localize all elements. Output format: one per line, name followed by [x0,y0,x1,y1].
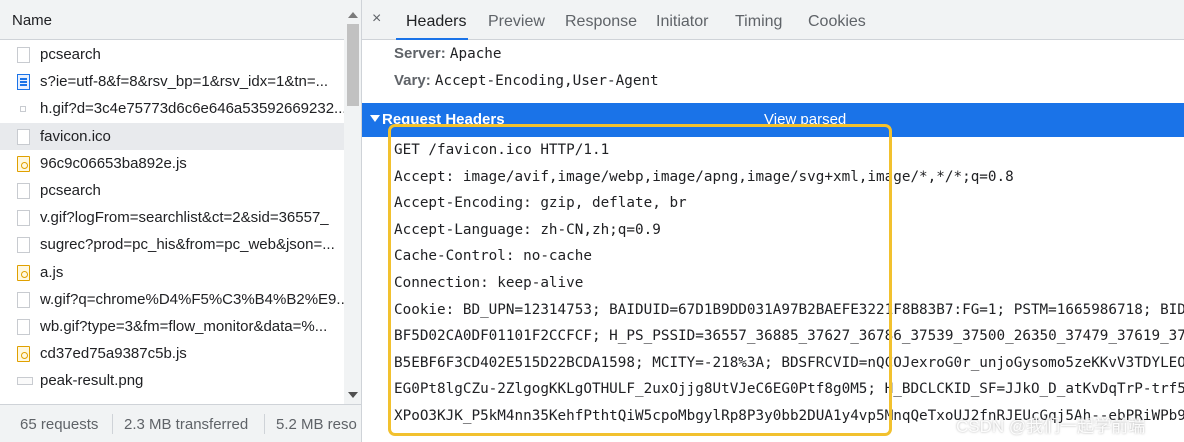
request-name: s?ie=utf-8&f=8&rsv_bp=1&rsv_idx=1&tn=... [40,73,329,91]
header-key: Vary: [394,72,431,89]
details-tab-bar: × Headers Preview Response Initiator Tim… [362,0,1184,40]
request-headers-section-header[interactable]: Request Headers View parsed [362,103,1184,137]
request-row[interactable]: favicon.ico [0,122,344,150]
request-name: h.gif?d=3c4e75773d6c6e646a53592669232... [40,100,344,118]
scrollbar-thumb[interactable] [347,24,359,106]
tab-timing[interactable]: Timing [735,13,782,31]
document-icon [17,210,30,227]
request-header-line: Accept-Language: zh-CN,zh;q=0.9 [394,221,661,238]
tab-cookies[interactable]: Cookies [808,13,866,31]
document-icon [17,237,30,254]
request-name: cd37ed75a9387c5b.js [40,345,187,363]
footer-divider [112,414,113,434]
request-header-line: Cookie: BD_UPN=12314753; BAIDUID=67D1B9D… [394,301,1184,318]
footer-divider [264,414,265,434]
request-row[interactable]: pcsearch [0,177,344,204]
document-icon [17,318,30,335]
request-name: sugrec?prod=pc_his&from=pc_web&json=... [40,236,335,254]
request-header-line: EG0Pt8lgCZu-2ZlgogKKLgOTHULF_2uxOjjg8UtV… [394,381,1184,398]
request-name: pcsearch [40,181,101,199]
close-icon[interactable]: × [372,10,381,28]
request-list-panel: Name pcsearch s?ie=utf-8&f=8&rsv_bp=1&rsv… [0,0,362,442]
request-header-line: Connection: keep-alive [394,275,584,291]
request-row[interactable]: 96c9c06653ba892e.js [0,150,344,177]
small-image-icon [20,106,26,113]
request-name: wb.gif?type=3&fm=flow_monitor&data=%... [40,317,328,335]
document-icon [17,291,30,308]
request-name: peak-result.png [40,372,144,390]
request-name: v.gif?logFrom=searchlist&ct=2&sid=36557_ [40,209,329,227]
image-icon [17,377,33,386]
watermark: CSDN @我们一起学前端 [956,417,1146,436]
tab-headers[interactable]: Headers [406,13,466,31]
request-name: pcsearch [40,46,101,63]
request-row[interactable]: peak-result.png [0,367,344,394]
request-list-scrollbar[interactable] [344,0,361,404]
request-name: 96c9c06653ba892e.js [40,154,187,172]
transferred-size: 2.3 MB transferred [124,416,249,433]
request-row[interactable]: sugrec?prod=pc_his&from=pc_web&json=... [0,231,344,258]
request-header-line: BF5D02CA0DF01101F2CCFCF; H_PS_PSSID=3655… [394,328,1184,345]
scroll-down-arrow-icon[interactable] [348,392,358,398]
request-row[interactable]: h.gif?d=3c4e75773d6c6e646a53592669232... [0,95,344,122]
tab-response[interactable]: Response [565,13,637,31]
document-icon [17,47,30,63]
request-header-line: Accept-Encoding: gzip, deflate, br [394,195,687,212]
request-header-line: Cache-Control: no-cache [394,248,592,265]
request-row[interactable]: wb.gif?type=3&fm=flow_monitor&data=%... [0,313,344,340]
tab-initiator[interactable]: Initiator [656,13,708,31]
request-row[interactable]: w.gif?q=chrome%D4%F5%C3%B4%B2%E9... [0,286,344,313]
request-count: 65 requests [20,416,99,433]
request-name: a.js [40,263,64,281]
header-value: Accept-Encoding,User-Agent [434,73,659,89]
response-header-row: Server: Apache [394,45,502,62]
request-details-panel: × Headers Preview Response Initiator Tim… [362,0,1184,442]
request-row[interactable]: a.js [0,259,344,286]
request-header-line: Accept: image/avif,image/webp,image/apng… [394,168,1014,185]
request-row[interactable]: s?ie=utf-8&f=8&rsv_bp=1&rsv_idx=1&tn=... [0,68,344,95]
script-icon [17,264,30,281]
request-header-line: GET /favicon.ico HTTP/1.1 [394,142,610,158]
header-value: Apache [449,46,502,62]
name-column-header[interactable]: Name [0,0,361,40]
view-parsed-link[interactable]: View parsed [764,111,846,128]
request-row[interactable]: pcsearch [0,41,344,68]
active-tab-indicator [396,38,468,40]
xhr-icon [17,74,30,91]
request-headers-title: Request Headers [382,111,505,128]
request-list: pcsearch s?ie=utf-8&f=8&rsv_bp=1&rsv_idx=… [0,41,344,394]
request-name: favicon.ico [40,127,111,145]
request-header-line: B5EBF6F3CD402E515D22BCDA1598; MCITY=-218… [394,354,1184,371]
document-icon [17,128,30,145]
resources-size: 5.2 MB reso [276,416,357,433]
script-icon [17,155,30,172]
request-name: w.gif?q=chrome%D4%F5%C3%B4%B2%E9... [40,290,344,308]
script-icon [17,346,30,363]
header-key: Server: [394,45,446,62]
name-column-title: Name [12,12,53,29]
tab-preview[interactable]: Preview [488,13,545,31]
request-row[interactable]: v.gif?logFrom=searchlist&ct=2&sid=36557_ [0,204,344,231]
document-icon [17,182,30,199]
request-row[interactable]: cd37ed75a9387c5b.js [0,340,344,367]
scroll-up-arrow-icon[interactable] [348,12,358,18]
caret-down-icon[interactable] [370,115,380,122]
response-header-row: Vary: Accept-Encoding,User-Agent [394,72,659,89]
network-summary-bar: 65 requests 2.3 MB transferred 5.2 MB re… [0,404,361,442]
